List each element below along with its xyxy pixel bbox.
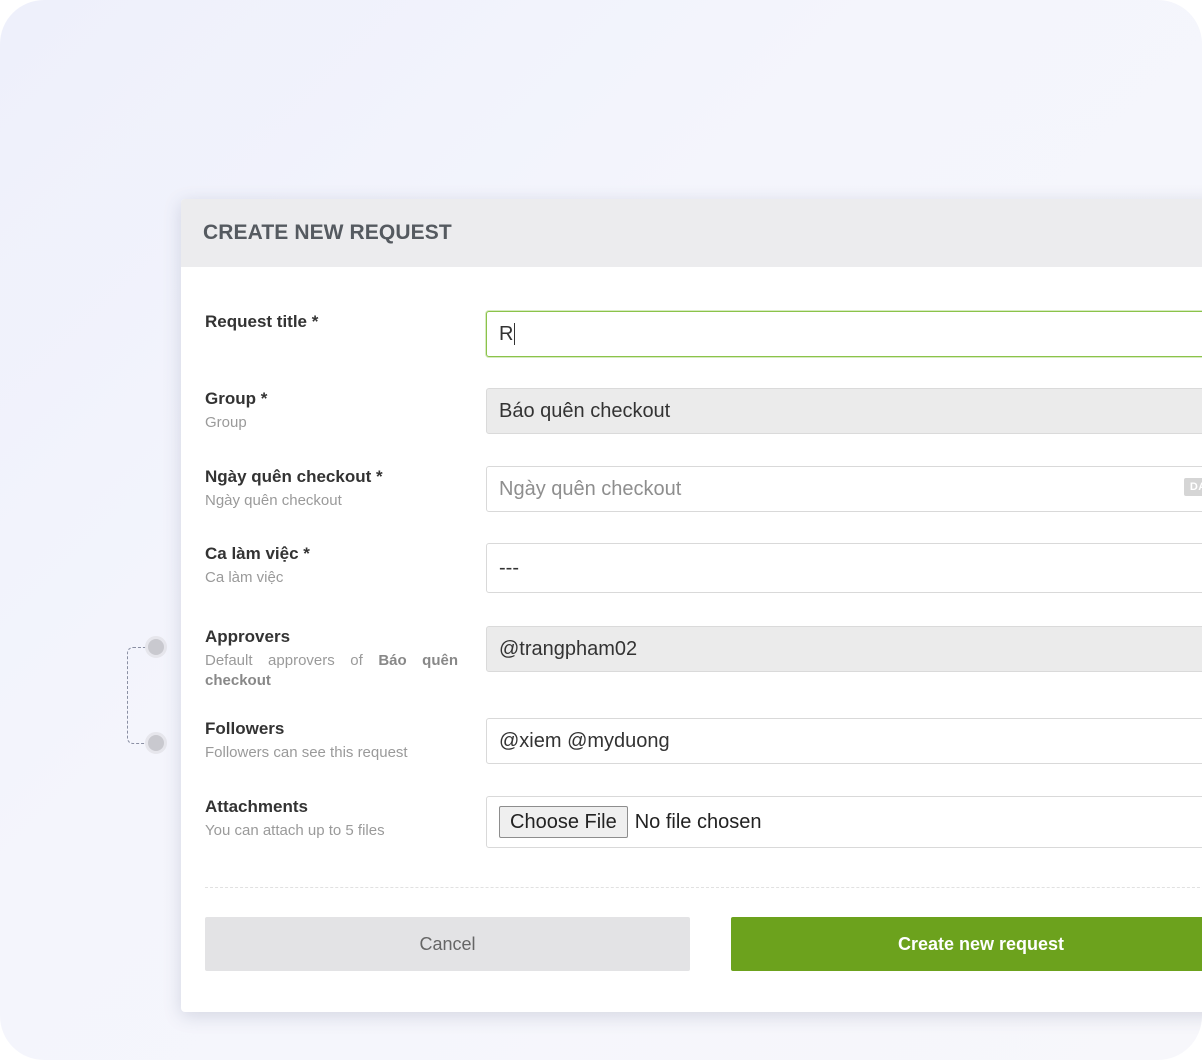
followers-value: @xiem @myduong [499,729,670,752]
form-divider [205,887,1202,888]
forgot-date-label: Ngày quên checkout * [205,467,383,486]
forgot-date-sublabel: Ngày quên checkout [205,492,342,509]
forgot-date-placeholder: Ngày quên checkout [499,477,682,500]
create-request-button[interactable]: Create new request [731,917,1202,971]
followers-sublabel: Followers can see this request [205,744,408,761]
choose-file-button[interactable]: Choose File [499,806,628,838]
text-caret [514,323,516,345]
shift-select[interactable]: --- [486,543,1202,593]
create-request-modal: CREATE NEW REQUEST Request title * R Gro… [181,199,1202,1012]
shift-sublabel: Ca làm việc [205,569,284,586]
attachments-label-group: Attachments You can attach up to 5 files [205,796,460,841]
modal-header: CREATE NEW REQUEST [181,199,1202,267]
request-title-value: R [499,322,514,345]
shift-selected-value: --- [499,556,519,579]
page-background: CREATE NEW REQUEST Request title * R Gro… [0,0,1202,1060]
shift-label: Ca làm việc * [205,544,310,563]
attachments-label: Attachments [205,797,308,816]
approvers-sublabel: Default approvers of Báo quên checkout [205,651,458,691]
request-title-input[interactable]: R [486,311,1202,357]
approvers-field: @trangpham02 [486,626,1202,672]
approvers-label: Approvers [205,627,291,646]
approvers-label-group: Approvers Default approvers of Báo quên … [205,626,460,691]
shift-label-group: Ca làm việc * Ca làm việc [205,543,460,588]
group-field: Báo quên checkout [486,388,1202,434]
connector-node-approvers [145,636,167,658]
group-value: Báo quên checkout [499,399,671,422]
approvers-sublabel-prefix: Default approvers of [205,652,363,669]
file-status: No file chosen [634,810,762,833]
group-sublabel: Group [205,414,247,431]
request-title-label: Request title * [205,312,319,331]
followers-label: Followers [205,719,285,738]
modal-title: CREATE NEW REQUEST [203,221,452,244]
followers-input[interactable]: @xiem @myduong [486,718,1202,764]
approval-connector-line [127,647,157,744]
forgot-date-label-group: Ngày quên checkout * Ngày quên checkout [205,466,460,511]
cancel-button[interactable]: Cancel [205,917,690,971]
date-type-badge: DATE [1183,478,1202,496]
group-label: Group * [205,389,268,408]
attachments-file-input[interactable]: Choose File No file chosen [486,796,1202,848]
group-label-group: Group * Group [205,388,460,433]
connector-node-followers [145,732,167,754]
attachments-sublabel: You can attach up to 5 files [205,822,385,839]
followers-label-group: Followers Followers can see this request [205,718,460,763]
forgot-date-input[interactable]: Ngày quên checkout DATE [486,466,1202,512]
request-title-label-group: Request title * [205,311,460,333]
approvers-value: @trangpham02 [499,637,638,660]
